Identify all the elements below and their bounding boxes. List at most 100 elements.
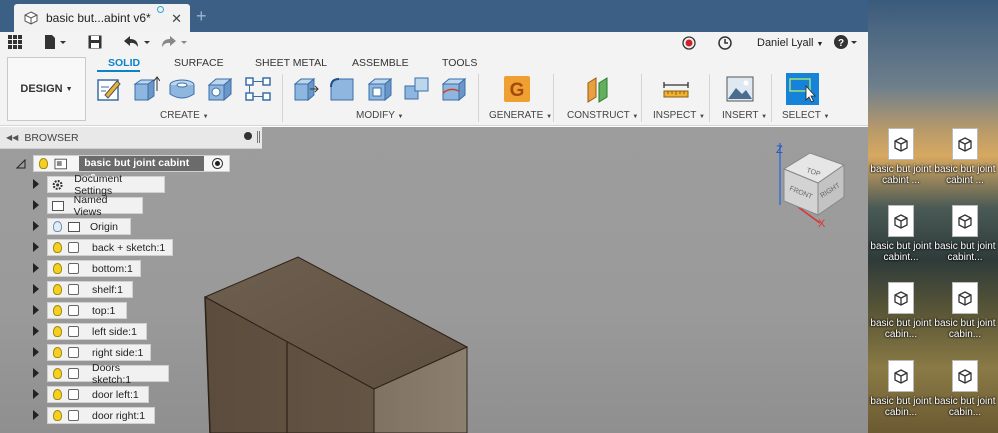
tree-item-top[interactable]: top:1 bbox=[0, 302, 200, 319]
tree-node: right side:1 bbox=[47, 344, 151, 361]
tab-surface[interactable]: SURFACE bbox=[174, 57, 224, 69]
visibility-bulb-icon[interactable] bbox=[53, 347, 62, 358]
viewcube[interactable]: Z X TOP FRONT RIGHT bbox=[770, 143, 854, 233]
visibility-bulb-icon[interactable] bbox=[53, 326, 62, 337]
tree-item-door-right[interactable]: door right:1 bbox=[0, 407, 200, 424]
create-sketch-icon[interactable] bbox=[95, 75, 123, 103]
press-pull-icon[interactable] bbox=[292, 75, 320, 103]
select-window-icon[interactable] bbox=[786, 73, 819, 105]
tab-solid[interactable]: SOLID bbox=[108, 57, 140, 69]
browser-resize-handle[interactable] bbox=[257, 131, 260, 143]
help-icon[interactable]: ? bbox=[834, 35, 858, 50]
tree-item-doors-sketch[interactable]: Doors sketch:1 bbox=[0, 362, 200, 386]
visibility-bulb-icon[interactable] bbox=[53, 221, 62, 232]
tree-item-document-settings[interactable]: Document Settings bbox=[0, 173, 200, 197]
hole-icon[interactable] bbox=[206, 75, 234, 103]
shell-icon[interactable] bbox=[366, 75, 394, 103]
tree-item-door-left[interactable]: door left:1 bbox=[0, 386, 200, 403]
extrude-icon[interactable] bbox=[132, 75, 160, 103]
expand-arrow-icon[interactable] bbox=[33, 179, 39, 189]
user-account-menu[interactable]: Daniel Lyall ▼ bbox=[757, 37, 823, 49]
tree-item-label: right side:1 bbox=[92, 346, 144, 359]
group-modify[interactable]: MODIFY ▼ bbox=[356, 110, 403, 121]
insert-canvas-icon[interactable] bbox=[726, 75, 754, 103]
expand-arrow-icon[interactable] bbox=[33, 242, 39, 252]
new-tab-button[interactable]: + bbox=[196, 6, 207, 27]
visibility-bulb-icon[interactable] bbox=[53, 305, 62, 316]
ribbon-separator bbox=[709, 74, 710, 122]
expand-arrow-icon[interactable] bbox=[33, 221, 39, 231]
record-icon[interactable] bbox=[682, 36, 696, 50]
document-tab[interactable]: basic but...abint v6* ✕ bbox=[14, 4, 190, 32]
group-generate[interactable]: GENERATE ▼ bbox=[489, 110, 552, 121]
browser-root-row[interactable]: basic but joint cabint v6 bbox=[0, 155, 230, 184]
replace-face-icon[interactable] bbox=[440, 75, 468, 103]
group-insert[interactable]: INSERT ▼ bbox=[722, 110, 767, 121]
workspace-switcher[interactable]: DESIGN ▼ bbox=[7, 57, 86, 121]
undo-icon[interactable] bbox=[122, 35, 150, 49]
visibility-bulb-icon[interactable] bbox=[53, 410, 62, 421]
tree-item-shelf[interactable]: shelf:1 bbox=[0, 281, 200, 298]
job-status-clock-icon[interactable] bbox=[718, 36, 732, 50]
fillet-icon[interactable] bbox=[328, 75, 356, 103]
visibility-bulb-icon[interactable] bbox=[53, 263, 62, 274]
browser-minimize-icon[interactable] bbox=[244, 132, 252, 140]
group-construct[interactable]: CONSTRUCT ▼ bbox=[567, 110, 638, 121]
tab-assemble[interactable]: ASSEMBLE bbox=[352, 57, 409, 69]
component-icon bbox=[54, 158, 67, 169]
insert-group-label: INSERT bbox=[722, 110, 759, 121]
expand-arrow-icon[interactable] bbox=[33, 389, 39, 399]
visibility-bulb-icon[interactable] bbox=[53, 368, 62, 379]
expand-arrow-icon[interactable] bbox=[33, 326, 39, 336]
design-canvas[interactable]: Z X TOP FRONT RIGHT ◀◀ BROWSER basic but… bbox=[0, 127, 868, 433]
desktop-file-icon[interactable]: basic but joint cabin... bbox=[870, 360, 932, 418]
desktop-file-icon[interactable]: basic but joint cabin... bbox=[934, 282, 996, 340]
group-inspect[interactable]: INSPECT ▼ bbox=[653, 110, 705, 121]
browser-root-node[interactable]: basic but joint cabint v6 bbox=[33, 155, 230, 184]
ribbon-separator bbox=[553, 74, 554, 122]
visibility-bulb-icon[interactable] bbox=[39, 158, 48, 169]
expand-arrow-icon[interactable] bbox=[33, 347, 39, 357]
visibility-bulb-icon[interactable] bbox=[53, 389, 62, 400]
expand-arrow-icon[interactable] bbox=[33, 368, 39, 378]
expand-arrow-icon[interactable] bbox=[33, 263, 39, 273]
visibility-bulb-icon[interactable] bbox=[53, 284, 62, 295]
tab-sheet-metal[interactable]: SHEET METAL bbox=[255, 57, 327, 69]
group-select[interactable]: SELECT ▼ bbox=[782, 110, 829, 121]
tab-tools[interactable]: TOOLS bbox=[442, 57, 477, 69]
pattern-icon[interactable] bbox=[244, 75, 272, 103]
tree-item-bottom[interactable]: bottom:1 bbox=[0, 260, 200, 277]
collapse-browser-icon[interactable]: ◀◀ bbox=[6, 133, 18, 142]
tree-item-back-sketch[interactable]: back + sketch:1 bbox=[0, 239, 200, 256]
expand-arrow-icon[interactable] bbox=[33, 305, 39, 315]
save-icon[interactable] bbox=[88, 35, 102, 49]
expand-arrow-icon[interactable] bbox=[33, 200, 39, 210]
collapse-triangle-icon[interactable] bbox=[16, 159, 26, 169]
tree-node: Named Views bbox=[47, 194, 143, 218]
desktop-file-icon[interactable]: basic but joint cabint ... bbox=[870, 128, 932, 186]
group-create[interactable]: CREATE ▼ bbox=[160, 110, 209, 121]
expand-arrow-icon[interactable] bbox=[33, 284, 39, 294]
desktop-file-icon[interactable]: basic but joint cabint... bbox=[870, 205, 932, 263]
tree-item-left-side[interactable]: left side:1 bbox=[0, 323, 200, 340]
close-tab-icon[interactable]: ✕ bbox=[171, 11, 182, 27]
generative-design-icon[interactable]: G bbox=[503, 75, 531, 103]
desktop-file-icon[interactable]: basic but joint cabin... bbox=[870, 282, 932, 340]
tree-item-origin[interactable]: Origin bbox=[0, 218, 200, 235]
desktop-file-icon[interactable]: basic but joint cabin... bbox=[934, 360, 996, 418]
visibility-bulb-icon[interactable] bbox=[53, 242, 62, 253]
file-menu-icon[interactable] bbox=[44, 35, 66, 50]
desktop-file-icon[interactable]: basic but joint cabint... bbox=[934, 205, 996, 263]
tree-item-named-views[interactable]: Named Views bbox=[0, 194, 200, 218]
revolve-icon[interactable] bbox=[168, 75, 196, 103]
data-panel-grid-icon[interactable] bbox=[8, 35, 22, 49]
body-icon bbox=[68, 347, 79, 358]
measure-icon[interactable] bbox=[662, 75, 690, 103]
redo-icon[interactable] bbox=[160, 35, 188, 49]
offset-plane-icon[interactable] bbox=[584, 75, 612, 103]
activate-component-icon[interactable] bbox=[212, 158, 223, 169]
expand-arrow-icon[interactable] bbox=[33, 410, 39, 420]
combine-icon[interactable] bbox=[403, 75, 431, 103]
desktop-file-icon[interactable]: basic but joint cabint ... bbox=[934, 128, 996, 186]
tree-item-right-side[interactable]: right side:1 bbox=[0, 344, 200, 361]
